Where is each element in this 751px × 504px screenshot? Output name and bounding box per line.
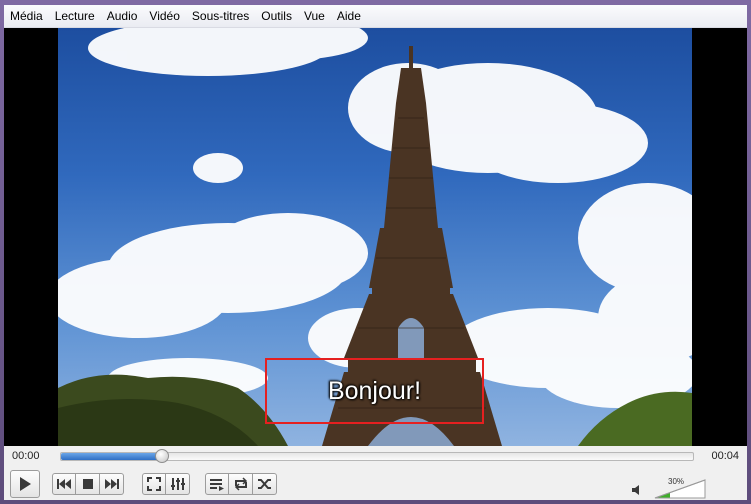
volume-wedge	[654, 479, 706, 499]
next-button[interactable]	[100, 473, 124, 495]
next-icon	[104, 479, 119, 489]
shuffle-button[interactable]	[253, 473, 277, 495]
menu-subtitles[interactable]: Sous-titres	[186, 5, 255, 27]
previous-button[interactable]	[52, 473, 76, 495]
elapsed-time: 00:00	[12, 450, 40, 462]
menu-help[interactable]: Aide	[331, 5, 367, 27]
menu-tools[interactable]: Outils	[255, 5, 298, 27]
play-icon	[20, 477, 31, 491]
seek-slider[interactable]	[60, 449, 694, 463]
menu-video[interactable]: Vidéo	[143, 5, 185, 27]
menu-playback[interactable]: Lecture	[49, 5, 101, 27]
seek-row: 00:00 00:04	[4, 446, 747, 468]
total-time: 00:04	[711, 450, 739, 462]
play-button[interactable]	[10, 470, 40, 498]
vlc-window: Média Lecture Audio Vidéo Sous-titres Ou…	[0, 0, 751, 504]
video-frame: Bonjour!	[58, 28, 692, 446]
loop-button[interactable]	[229, 473, 253, 495]
shuffle-icon	[257, 479, 271, 489]
volume-slider[interactable]: 30%	[654, 477, 706, 499]
subtitle-text: Bonjour!	[327, 376, 422, 405]
video-area[interactable]: Bonjour!	[4, 28, 747, 446]
stop-icon	[82, 479, 93, 489]
control-bar: 30%	[4, 468, 747, 500]
speaker-icon[interactable]	[632, 485, 642, 495]
menu-audio[interactable]: Audio	[101, 5, 144, 27]
loop-icon	[234, 477, 247, 491]
previous-icon	[57, 479, 71, 489]
extended-settings-button[interactable]	[166, 473, 190, 495]
menu-bar: Média Lecture Audio Vidéo Sous-titres Ou…	[4, 5, 747, 28]
subtitle-highlight-box: Bonjour!	[265, 358, 484, 424]
playlist-icon	[210, 479, 224, 491]
playlist-button[interactable]	[205, 473, 229, 495]
fullscreen-button[interactable]	[142, 473, 166, 495]
seek-handle[interactable]	[155, 449, 170, 463]
seek-progress-fill	[61, 453, 163, 460]
menu-view[interactable]: Vue	[298, 5, 331, 27]
menu-media[interactable]: Média	[4, 5, 49, 27]
window-client-area: Média Lecture Audio Vidéo Sous-titres Ou…	[4, 5, 747, 500]
equalizer-icon	[170, 478, 185, 490]
fullscreen-icon	[147, 477, 161, 491]
stop-button[interactable]	[76, 473, 100, 495]
